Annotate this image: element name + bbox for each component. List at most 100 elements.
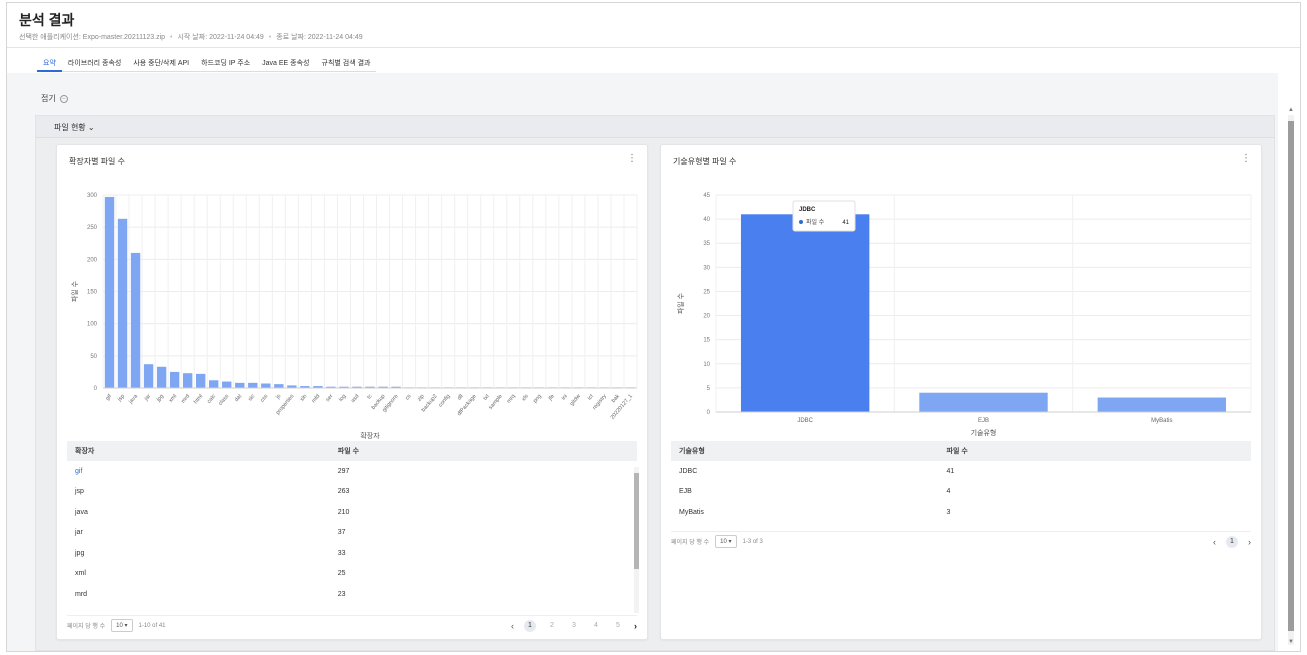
cell-type: EJB [679,488,692,496]
x-tick-label: config [438,393,452,408]
bar-css [261,383,271,388]
table-scrollbar[interactable] [634,467,639,613]
y-tick-label: 15 [703,338,710,344]
rows-per-page-label: 페이지 당 행 수 [67,624,106,630]
page-button-3[interactable]: 3 [568,620,580,632]
prev-page-icon[interactable]: ‹ [1213,537,1216,547]
tooltip-value: 41 [842,220,849,226]
tab-hardcoded-ip[interactable]: 하드코딩 IP 주소 [195,54,256,72]
start-date-text: 시작 날짜: 2022-11-24 04:49 [177,34,264,41]
y-tick-label: 25 [703,289,710,295]
analysis-meta: 선택한 애플리케이션: Expo-master.20211123.zip • 시작 … [19,34,363,41]
page-button-5[interactable]: 5 [612,620,624,632]
table-row: xml 25 [67,564,637,585]
x-tick-label: dat [234,393,244,403]
collapse-toggle[interactable]: 접기 – [41,93,68,104]
x-tick-label: txt [482,393,491,402]
cell-count: 37 [337,529,346,537]
tab-summary[interactable]: 요약 [37,54,62,72]
x-tick-label: ini [561,393,569,401]
bar-EJB [919,392,1048,412]
bar-xml [169,371,180,388]
page-header: 분석 결과 선택한 애플리케이션: Expo-master.20211123.z… [7,3,1300,48]
x-tick-label: gitdw [569,393,582,407]
result-tabs: 요약 라이브러리 종속성 사용 중단/삭제 API 하드코딩 IP 주소 Jav… [37,54,377,72]
x-tick-label: EJB [978,418,989,424]
x-tick-label: jpg [155,393,165,403]
file-status-header[interactable]: 파일 현황 ⌄ [36,116,1274,138]
tab-rule-results[interactable]: 규칙별 검색 결과 [316,54,377,72]
x-tick-label: zip [417,393,426,402]
page-button-2[interactable]: 2 [546,620,558,632]
x-tick-label: class [218,393,231,407]
page-button-1[interactable]: 1 [1226,535,1238,548]
x-tick-label: log [338,393,347,402]
tech-type-bar-chart: 0 5 10 15 20 25 30 35 40 45 JDBC EJB MyBatis 기술유형 파일 수… [676,193,1252,437]
bar-mrd [182,373,193,388]
y-tick-label: 200 [87,257,98,263]
next-page-icon[interactable]: › [1248,537,1251,547]
collapse-label: 접기 [41,94,56,103]
y-tick-label: 0 [707,410,711,416]
collapse-circle-icon: – [59,94,68,103]
col-header-count: 파일 수 [337,448,360,455]
range-text: 1-3 of 3 [742,538,763,545]
cell-ext[interactable]: gif [67,468,338,475]
tab-deprecated-api[interactable]: 사용 중단/삭제 API [127,54,195,72]
x-tick-label: calc [206,393,217,405]
x-tick-label: ser [325,393,335,403]
tab-library-dependency[interactable]: 라이브러리 종속성 [62,54,127,72]
extension-table: 확장자 파일 수 gif 297 jsp 263 java 210 jar 37 jpg… [67,441,637,605]
scroll-down-icon[interactable]: ▼ [1288,639,1294,645]
rows-per-page-select[interactable]: 10 ▾ [715,535,737,548]
scroll-up-icon[interactable]: ▲ [1288,107,1294,113]
x-tick-label: mfd [311,393,321,404]
page-title: 분석 결과 [19,12,75,28]
bar-js [274,384,284,388]
tab-javaee-dependency[interactable]: Java EE 종속성 [256,54,315,72]
next-page-icon[interactable]: › [634,621,637,631]
app-window: 분석 결과 선택한 애플리케이션: Expo-master.20211123.z… [6,2,1301,652]
table-row: jsp 263 [67,482,637,503]
col-header-ext: 확장자 [75,448,95,455]
table-row: jar 37 [67,523,637,544]
end-date-text: 종료 날짜: 2022-11-24 04:49 [276,34,363,41]
tooltip-title: JDBC [799,207,816,213]
col-header-type: 기술유형 [679,448,705,455]
summary-content: 접기 – 파일 현황 ⌄ 확장자별 파일 수 ⋮ 0 50 100 150 200 250… [7,73,1278,651]
cell-type: JDBC [679,467,698,475]
table-row: MyBatis 3 [671,502,1251,523]
prev-page-icon[interactable]: ‹ [511,621,514,631]
more-vert-icon[interactable]: ⋮ [627,154,637,164]
cell-ext: xml [75,570,86,578]
x-tick-label: css [259,393,269,403]
y-tick-label: 0 [94,386,98,392]
cell-count: 3 [946,508,951,516]
tooltip-series-label: 파일 수 [806,218,825,226]
cell-count: 25 [337,570,346,578]
x-tick-label: mrd [180,393,191,404]
rows-per-page-select[interactable]: 10 ▾ [111,619,133,632]
more-vert-icon[interactable]: ⋮ [1241,154,1251,164]
cell-ext: jpg [75,549,85,557]
x-tick-label: sample [488,393,504,410]
y-axis-label: 파일 수 [70,280,79,302]
x-axis-label: 확장자 [360,431,380,440]
x-tick-label: bak [611,393,621,404]
y-tick-label: 40 [703,217,710,223]
table-header: 기술유형 파일 수 [671,441,1251,461]
cell-ext: mrd [75,590,88,598]
x-tick-label: java [127,393,139,406]
bar-class [222,381,232,388]
page-scrollbar[interactable] [1288,115,1294,645]
cell-count: 23 [337,590,346,598]
y-tick-label: 35 [703,241,710,247]
file-status-section: 파일 현황 ⌄ 확장자별 파일 수 ⋮ 0 50 100 150 200 250 300 gi… [35,115,1275,651]
bar-jar [143,364,154,388]
page-button-1[interactable]: 1 [524,619,536,632]
x-tick-label: registry [592,393,608,411]
page-button-4[interactable]: 4 [590,620,602,632]
scrollbar-thumb[interactable] [1288,121,1294,631]
y-tick-label: 250 [87,225,98,231]
x-axis-label: 기술유형 [971,428,997,437]
